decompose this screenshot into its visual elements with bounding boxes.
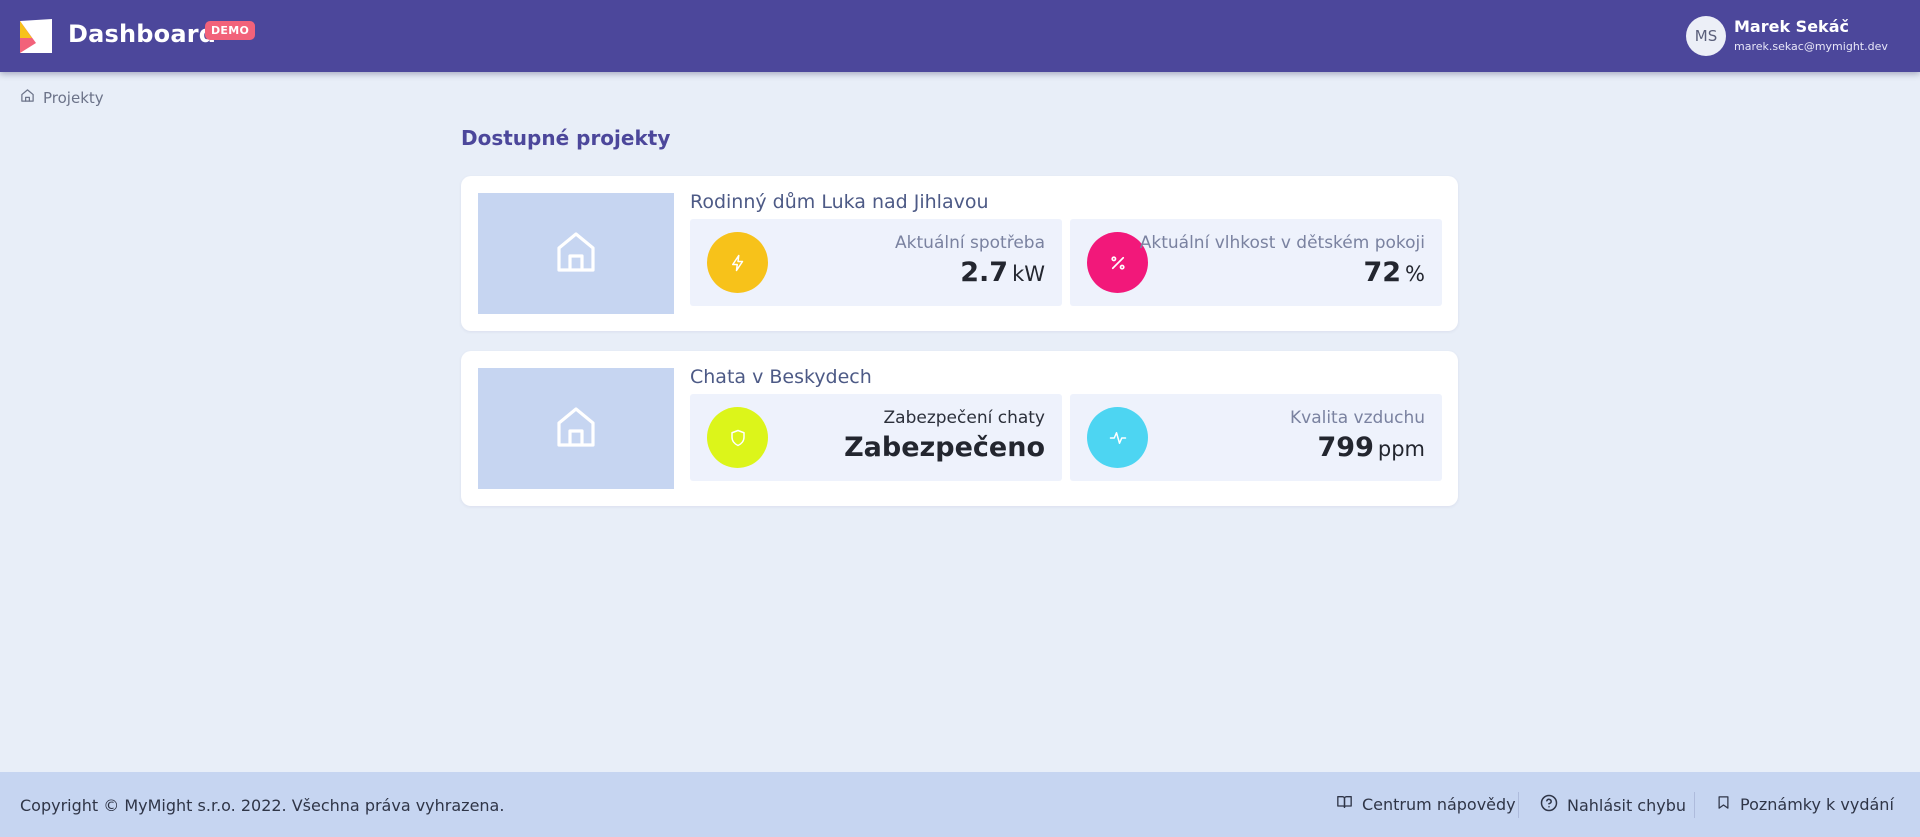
breadcrumb: Projekty bbox=[20, 88, 104, 107]
metric-number: 2.7 bbox=[960, 257, 1009, 288]
house-icon bbox=[556, 231, 596, 277]
footer-link-label: Centrum nápovědy bbox=[1362, 794, 1516, 814]
footer-link-report-bug[interactable]: Nahlásit chybu bbox=[1540, 794, 1686, 816]
metric-value: 72% bbox=[1363, 257, 1425, 288]
metric-card-air-quality: Kvalita vzduchu 799 ppm bbox=[1070, 394, 1442, 481]
lightning-icon bbox=[707, 232, 768, 293]
metric-number: 799 bbox=[1317, 432, 1374, 463]
copyright-text: Copyright © MyMight s.r.o. 2022. Všechna… bbox=[20, 796, 505, 815]
metric-card-consumption: Aktuální spotřeba 2.7 kW bbox=[690, 219, 1062, 306]
metric-card-humidity: Aktuální vlhkost v dětském pokoji 72% bbox=[1070, 219, 1442, 306]
metric-label: Aktuální vlhkost v dětském pokoji bbox=[1139, 233, 1425, 253]
house-icon bbox=[556, 406, 596, 452]
metric-value: 799 ppm bbox=[1318, 432, 1426, 463]
project-image[interactable] bbox=[478, 368, 674, 489]
bookmark-icon bbox=[1716, 794, 1740, 815]
metric-card-security: Zabezpečení chaty Zabezpečeno bbox=[690, 394, 1062, 481]
metric-unit: % bbox=[1405, 262, 1425, 286]
footer-link-release-notes[interactable]: Poznámky k vydání bbox=[1716, 794, 1894, 815]
project-name[interactable]: Chata v Beskydech bbox=[690, 366, 872, 388]
project-card[interactable]: Rodinný dům Luka nad Jihlavou Aktuální s… bbox=[461, 176, 1458, 331]
footer-link-help-center[interactable]: Centrum nápovědy bbox=[1336, 794, 1516, 814]
metric-number: 72 bbox=[1363, 257, 1402, 288]
user-name[interactable]: Marek Sekáč bbox=[1734, 17, 1849, 36]
metric-unit: kW bbox=[1012, 262, 1045, 286]
top-header: Dashboard DEMO MS Marek Sekáč marek.seka… bbox=[0, 0, 1920, 72]
metric-status: Zabezpečeno bbox=[844, 432, 1045, 463]
shield-icon bbox=[707, 407, 768, 468]
footer-link-label: Poznámky k vydání bbox=[1740, 795, 1894, 814]
breadcrumb-item-projekty[interactable]: Projekty bbox=[43, 89, 104, 107]
demo-badge: DEMO bbox=[205, 21, 256, 40]
app-title[interactable]: Dashboard bbox=[68, 20, 216, 48]
user-email: marek.sekac@mymight.dev bbox=[1734, 40, 1888, 53]
avatar[interactable]: MS bbox=[1686, 16, 1726, 56]
metric-unit: ppm bbox=[1377, 437, 1425, 461]
book-icon bbox=[1336, 794, 1362, 814]
home-icon[interactable] bbox=[20, 88, 43, 107]
footer-link-label: Nahlásit chybu bbox=[1567, 795, 1687, 815]
help-circle-icon bbox=[1540, 794, 1567, 816]
metric-value: Zabezpečeno bbox=[844, 432, 1045, 463]
project-name[interactable]: Rodinný dům Luka nad Jihlavou bbox=[690, 191, 989, 213]
metric-label: Zabezpečení chaty bbox=[883, 408, 1045, 428]
app-logo[interactable] bbox=[20, 19, 52, 53]
project-card[interactable]: Chata v Beskydech Zabezpečení chaty Zabe… bbox=[461, 351, 1458, 506]
footer-divider bbox=[1518, 792, 1519, 818]
metric-label: Aktuální spotřeba bbox=[895, 233, 1045, 253]
activity-icon bbox=[1087, 407, 1148, 468]
footer-divider bbox=[1694, 792, 1695, 818]
project-image[interactable] bbox=[478, 193, 674, 314]
page-title: Dostupné projekty bbox=[461, 126, 671, 150]
metric-value: 2.7 kW bbox=[960, 257, 1045, 288]
footer: Copyright © MyMight s.r.o. 2022. Všechna… bbox=[0, 772, 1920, 837]
metric-label: Kvalita vzduchu bbox=[1289, 408, 1425, 428]
